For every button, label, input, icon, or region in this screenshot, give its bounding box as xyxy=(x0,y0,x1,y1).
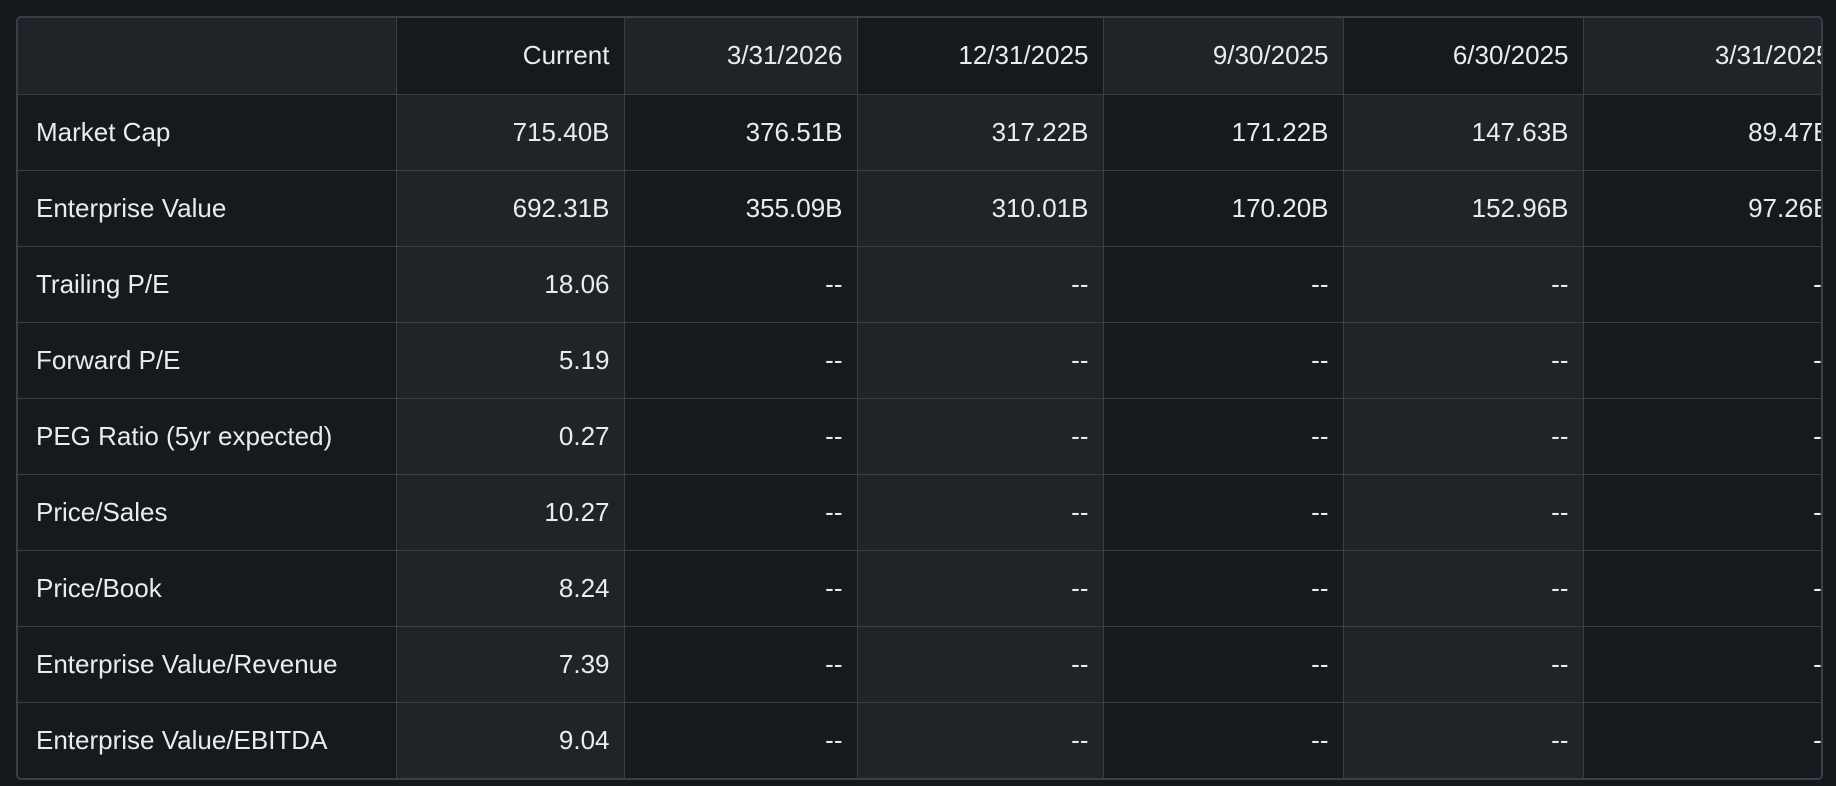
corner-header-cell xyxy=(18,18,397,95)
table-cell: -- xyxy=(1103,246,1344,323)
table-body: Market Cap 715.40B 376.51B 317.22B 171.22B 14… xyxy=(18,94,1821,778)
column-header-current: Current xyxy=(396,18,625,95)
table-cell: -- xyxy=(1103,474,1344,551)
table-cell: -- xyxy=(1583,474,1821,551)
table-row: Enterprise Value 692.31B 355.09B 310.01B 170… xyxy=(18,170,1821,247)
column-header-period-3: 9/30/2025 xyxy=(1103,18,1344,95)
table-cell: 8.24 xyxy=(396,550,625,627)
row-label: Enterprise Value/EBITDA xyxy=(18,702,397,778)
row-label: Market Cap xyxy=(18,94,397,171)
table-cell: -- xyxy=(857,626,1104,703)
table-cell: -- xyxy=(1103,322,1344,399)
table-row: Trailing P/E18.06---------- xyxy=(18,246,1821,323)
table-cell: 0.27 xyxy=(396,398,625,475)
table-cell: -- xyxy=(624,398,858,475)
table-row: Price/Sales10.27---------- xyxy=(18,474,1821,551)
table-cell: 7.39 xyxy=(396,626,625,703)
table-cell: 9.04 xyxy=(396,702,625,778)
valuation-measures-table-container: Current 3/31/2026 12/31/2025 9/30/2025 6… xyxy=(16,16,1823,780)
table-cell: 715.40B xyxy=(396,94,625,171)
table-cell: -- xyxy=(1343,398,1584,475)
table-cell: -- xyxy=(1583,702,1821,778)
row-label: Forward P/E xyxy=(18,322,397,399)
table-cell: 97.26B xyxy=(1583,170,1821,247)
valuation-measures-table: Current 3/31/2026 12/31/2025 9/30/2025 6… xyxy=(18,18,1821,778)
column-header-period-4: 6/30/2025 xyxy=(1343,18,1584,95)
table-cell: -- xyxy=(1343,550,1584,627)
table-cell: -- xyxy=(1583,322,1821,399)
table-cell: 89.47B xyxy=(1583,94,1821,171)
table-cell: -- xyxy=(1343,322,1584,399)
row-label: Price/Sales xyxy=(18,474,397,551)
table-header-row: Current 3/31/2026 12/31/2025 9/30/2025 6… xyxy=(18,18,1821,95)
table-cell: -- xyxy=(624,550,858,627)
table-cell: -- xyxy=(1343,626,1584,703)
table-cell: -- xyxy=(1343,474,1584,551)
table-cell: 152.96B xyxy=(1343,170,1584,247)
table-cell: -- xyxy=(624,322,858,399)
row-label: Enterprise Value xyxy=(18,170,397,247)
table-cell: 317.22B xyxy=(857,94,1104,171)
table-cell: -- xyxy=(1103,398,1344,475)
table-row: Enterprise Value/EBITDA9.04---------- xyxy=(18,702,1821,778)
table-cell: 10.27 xyxy=(396,474,625,551)
table-cell: -- xyxy=(857,474,1104,551)
row-label: Enterprise Value/Revenue xyxy=(18,626,397,703)
table-cell: -- xyxy=(624,702,858,778)
table-row: Price/Book8.24---------- xyxy=(18,550,1821,627)
table-cell: -- xyxy=(1343,246,1584,323)
table-row: PEG Ratio (5yr expected)0.27---------- xyxy=(18,398,1821,475)
table-cell: 376.51B xyxy=(624,94,858,171)
table-cell: -- xyxy=(624,474,858,551)
table-cell: -- xyxy=(1583,550,1821,627)
column-header-period-1: 3/31/2026 xyxy=(624,18,858,95)
table-cell: -- xyxy=(857,702,1104,778)
table-cell: -- xyxy=(857,550,1104,627)
table-cell: -- xyxy=(857,398,1104,475)
table-cell: -- xyxy=(1583,246,1821,323)
table-cell: -- xyxy=(857,246,1104,323)
table-cell: 170.20B xyxy=(1103,170,1344,247)
row-label: PEG Ratio (5yr expected) xyxy=(18,398,397,475)
row-label: Trailing P/E xyxy=(18,246,397,323)
table-cell: 18.06 xyxy=(396,246,625,323)
table-cell: 692.31B xyxy=(396,170,625,247)
table-cell: -- xyxy=(1103,702,1344,778)
table-cell: -- xyxy=(1583,626,1821,703)
table-cell: -- xyxy=(1343,702,1584,778)
table-cell: 171.22B xyxy=(1103,94,1344,171)
table-cell: -- xyxy=(1103,550,1344,627)
table-cell: 355.09B xyxy=(624,170,858,247)
table-cell: 310.01B xyxy=(857,170,1104,247)
column-header-period-5: 3/31/2025 xyxy=(1583,18,1821,95)
table-cell: -- xyxy=(624,246,858,323)
row-label: Price/Book xyxy=(18,550,397,627)
table-cell: -- xyxy=(857,322,1104,399)
table-cell: -- xyxy=(624,626,858,703)
column-header-period-2: 12/31/2025 xyxy=(857,18,1104,95)
table-cell: 5.19 xyxy=(396,322,625,399)
table-cell: -- xyxy=(1583,398,1821,475)
table-row: Market Cap 715.40B 376.51B 317.22B 171.22B 14… xyxy=(18,94,1821,171)
table-row: Enterprise Value/Revenue7.39---------- xyxy=(18,626,1821,703)
table-row: Forward P/E5.19---------- xyxy=(18,322,1821,399)
table-cell: -- xyxy=(1103,626,1344,703)
table-cell: 147.63B xyxy=(1343,94,1584,171)
